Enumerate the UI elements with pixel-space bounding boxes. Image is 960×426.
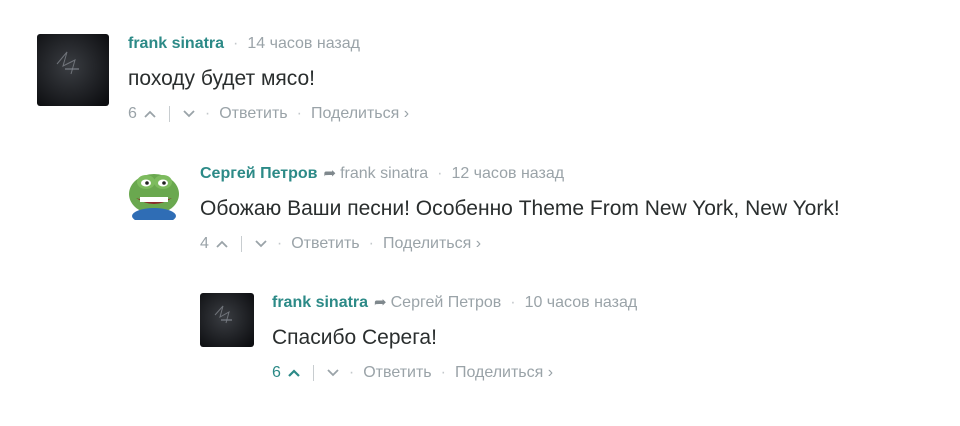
- comment: Сергей Петров ➦ frank sinatra · 12 часов…: [126, 164, 840, 254]
- separator-dot: ·: [233, 35, 239, 52]
- avatar[interactable]: [126, 164, 182, 220]
- share-button[interactable]: Поделиться ›: [383, 235, 481, 253]
- reply-to-name[interactable]: Сергей Петров: [391, 293, 502, 313]
- vote-group: 6: [128, 105, 157, 123]
- separator-dot: ·: [276, 235, 283, 252]
- reply-arrow-icon: ➦: [374, 294, 387, 311]
- timestamp[interactable]: 14 часов назад: [247, 34, 360, 54]
- reply-to-name[interactable]: frank sinatra: [340, 164, 428, 184]
- reply-button[interactable]: Ответить: [363, 364, 431, 382]
- comment-text: походу будет мясо!: [128, 67, 316, 90]
- reply-to[interactable]: ➦ Сергей Петров: [374, 293, 501, 313]
- vote-divider: [240, 236, 242, 252]
- separator-dot: ·: [348, 364, 355, 381]
- reply-button[interactable]: Ответить: [219, 105, 287, 123]
- author-name[interactable]: Сергей Петров: [200, 164, 317, 184]
- timestamp[interactable]: 12 часов назад: [451, 164, 564, 184]
- avatar[interactable]: [200, 293, 254, 347]
- separator-dot: ·: [204, 105, 211, 122]
- comment-footer: 6 · Ответить · Поделиться ›: [128, 104, 409, 124]
- downvote-icon[interactable]: [326, 368, 340, 378]
- comment-text: Спасибо Серега!: [272, 326, 437, 349]
- author-name[interactable]: frank sinatra: [128, 34, 224, 54]
- reply-button[interactable]: Ответить: [291, 235, 359, 253]
- vote-count: 6: [272, 364, 281, 381]
- comment-text: Обожаю Ваши песни! Особенно Theme From N…: [200, 197, 840, 220]
- reply-arrow-icon: ➦: [323, 165, 337, 182]
- downvote-icon[interactable]: [182, 109, 196, 119]
- share-button[interactable]: Поделиться ›: [311, 105, 409, 123]
- vote-group: 4: [200, 235, 229, 253]
- separator-dot: ·: [510, 294, 516, 311]
- avatar[interactable]: [37, 34, 109, 106]
- separator-dot: ·: [437, 165, 443, 182]
- vote-group: 6: [272, 364, 301, 382]
- comment-footer: 4 · Ответить · Поделиться ›: [200, 234, 840, 254]
- separator-dot: ·: [296, 105, 302, 122]
- vote-count: 4: [200, 235, 209, 252]
- share-button[interactable]: Поделиться ›: [455, 364, 553, 382]
- upvote-icon[interactable]: [287, 368, 301, 378]
- vote-count: 6: [128, 105, 137, 122]
- vote-divider: [312, 365, 314, 381]
- upvote-icon[interactable]: [215, 239, 229, 249]
- reply-to[interactable]: ➦ frank sinatra: [323, 164, 428, 184]
- downvote-icon[interactable]: [254, 239, 268, 249]
- vote-divider: [168, 106, 170, 122]
- upvote-icon[interactable]: [143, 109, 157, 119]
- separator-dot: ·: [368, 235, 374, 252]
- separator-dot: ·: [440, 364, 446, 381]
- author-name[interactable]: frank sinatra: [272, 293, 368, 313]
- timestamp[interactable]: 10 часов назад: [525, 293, 638, 313]
- comment: frank sinatra ➦ Сергей Петров · 10 часов…: [200, 293, 637, 383]
- comment: frank sinatra · 14 часов назад походу бу…: [37, 34, 409, 124]
- comment-footer: 6 · Ответить · Поделиться ›: [272, 363, 637, 383]
